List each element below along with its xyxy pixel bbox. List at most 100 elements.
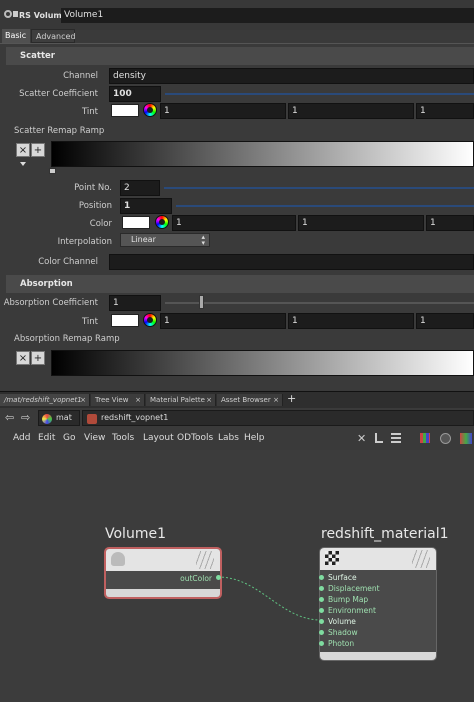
interpolation-label: Interpolation	[57, 237, 112, 247]
menu-tools[interactable]: Tools	[112, 433, 134, 443]
menu-go[interactable]: Go	[63, 433, 75, 443]
scatter-tint-b[interactable]: 1	[416, 103, 474, 119]
tab-material-palette-label: Material Palette	[150, 396, 205, 404]
input-bump-map[interactable]: Bump Map	[328, 595, 368, 604]
tab-asset-browser[interactable]: Asset Browser ×	[217, 394, 283, 406]
color-channel-field[interactable]	[109, 254, 474, 270]
ramp-color-g[interactable]: 1	[298, 215, 424, 231]
volume-node[interactable]: outColor	[104, 547, 222, 599]
remove-point-button[interactable]: ×	[16, 143, 30, 157]
input-displacement[interactable]: Displacement	[328, 584, 380, 593]
input-port[interactable]	[319, 586, 324, 591]
list-icon[interactable]	[391, 433, 401, 443]
out-color-port[interactable]	[216, 575, 221, 580]
tab-advanced[interactable]: Advanced	[31, 29, 76, 43]
volume-node-label: Volume1	[105, 526, 166, 542]
input-port[interactable]	[319, 619, 324, 624]
menu-add[interactable]: Add	[13, 433, 30, 443]
menu-odtools[interactable]: ODTools	[177, 433, 213, 443]
node-flags-icon	[196, 551, 214, 569]
display-icon[interactable]	[460, 433, 472, 444]
close-icon[interactable]: ×	[80, 394, 86, 406]
absorption-tint-g[interactable]: 1	[288, 313, 414, 329]
scatter-coefficient-field[interactable]: 100	[109, 86, 161, 102]
ramp-menu-icon[interactable]	[20, 162, 26, 166]
absorption-remap-ramp[interactable]	[51, 350, 474, 376]
scatter-coefficient-slider[interactable]	[165, 93, 474, 95]
scatter-coefficient-label: Scatter Coefficient	[19, 89, 98, 99]
input-environment[interactable]: Environment	[328, 606, 376, 615]
node-type-icon	[13, 11, 18, 17]
color-channel-label: Color Channel	[38, 257, 98, 267]
channel-field[interactable]: density	[109, 68, 474, 84]
hierarchy-icon[interactable]	[375, 433, 383, 443]
input-port[interactable]	[319, 641, 324, 646]
absorption-coefficient-slider[interactable]	[165, 302, 474, 304]
wrench-icon[interactable]: ✕	[357, 432, 366, 445]
scatter-tint-swatch[interactable]	[111, 104, 139, 117]
tab-material-palette[interactable]: Material Palette ×	[146, 394, 216, 406]
path-crumb-vopnet[interactable]: redshift_vopnet1	[82, 410, 474, 426]
absorption-remap-label: Absorption Remap Ramp	[14, 334, 120, 344]
add-tab-button[interactable]: +	[287, 393, 296, 404]
scatter-tint-r[interactable]: 1	[160, 103, 286, 119]
ramp-color-r[interactable]: 1	[172, 215, 296, 231]
info-icon[interactable]	[440, 433, 451, 444]
close-icon[interactable]: ×	[135, 394, 141, 406]
tab-network-path[interactable]: /mat/redshift_vopnet1 ×	[0, 394, 90, 406]
input-port[interactable]	[319, 630, 324, 635]
menu-layout[interactable]: Layout	[143, 433, 174, 443]
tab-tree-view[interactable]: Tree View ×	[91, 394, 145, 406]
channel-label: Channel	[63, 71, 98, 81]
absorption-coefficient-field[interactable]: 1	[109, 295, 161, 311]
scatter-tint-g[interactable]: 1	[288, 103, 414, 119]
input-photon[interactable]: Photon	[328, 639, 354, 648]
close-icon[interactable]: ×	[206, 394, 212, 406]
checkered-flag-icon	[325, 551, 339, 565]
ramp-color-swatch[interactable]	[122, 216, 150, 229]
scatter-section-header[interactable]: Scatter	[6, 47, 474, 65]
input-port[interactable]	[319, 597, 324, 602]
input-shadow[interactable]: Shadow	[328, 628, 358, 637]
absorption-tint-r[interactable]: 1	[160, 313, 286, 329]
input-surface[interactable]: Surface	[328, 573, 357, 582]
absorption-section-header[interactable]: Absorption	[6, 275, 474, 293]
input-volume[interactable]: Volume	[328, 617, 356, 626]
menu-labs[interactable]: Labs	[218, 433, 239, 443]
menu-help[interactable]: Help	[244, 433, 265, 443]
tab-basic[interactable]: Basic	[2, 29, 30, 43]
absorption-slider-handle[interactable]	[199, 295, 204, 309]
back-arrow-icon[interactable]: ⇦	[5, 411, 14, 424]
menu-edit[interactable]: Edit	[38, 433, 55, 443]
path-crumb-mat[interactable]: mat	[38, 410, 80, 426]
color-wheel-icon[interactable]	[143, 103, 157, 117]
tab-tree-view-label: Tree View	[95, 396, 129, 404]
close-icon[interactable]: ×	[273, 394, 279, 406]
add-point-button[interactable]: +	[31, 143, 45, 157]
absorption-coefficient-label: Absorption Coefficient	[3, 298, 98, 308]
remove-point-button[interactable]: ×	[16, 351, 30, 365]
add-point-button[interactable]: +	[31, 351, 45, 365]
color-wheel-icon[interactable]	[155, 215, 169, 229]
grid-icon[interactable]	[420, 433, 430, 443]
input-port[interactable]	[319, 575, 324, 580]
position-field[interactable]: 1	[120, 198, 172, 214]
ramp-key-marker[interactable]	[49, 168, 56, 174]
menu-view[interactable]: View	[84, 433, 105, 443]
interpolation-dropdown[interactable]: Linear ▴ ▾	[120, 233, 210, 247]
point-no-field[interactable]: 2	[120, 180, 160, 196]
absorption-tint-b[interactable]: 1	[416, 313, 474, 329]
node-name-field[interactable]: Volume1	[61, 8, 474, 23]
absorption-tint-swatch[interactable]	[111, 314, 139, 327]
scatter-remap-ramp[interactable]	[51, 141, 474, 167]
forward-arrow-icon[interactable]: ⇨	[21, 411, 30, 424]
gear-icon[interactable]	[4, 10, 12, 18]
absorption-tint-label: Tint	[81, 317, 98, 327]
position-slider[interactable]	[176, 205, 474, 207]
path-crumb-vopnet-label: redshift_vopnet1	[101, 413, 169, 422]
ramp-color-b[interactable]: 1	[426, 215, 474, 231]
color-wheel-icon[interactable]	[143, 313, 157, 327]
point-no-slider[interactable]	[164, 187, 474, 189]
path-crumb-mat-label: mat	[56, 413, 72, 422]
input-port[interactable]	[319, 608, 324, 613]
